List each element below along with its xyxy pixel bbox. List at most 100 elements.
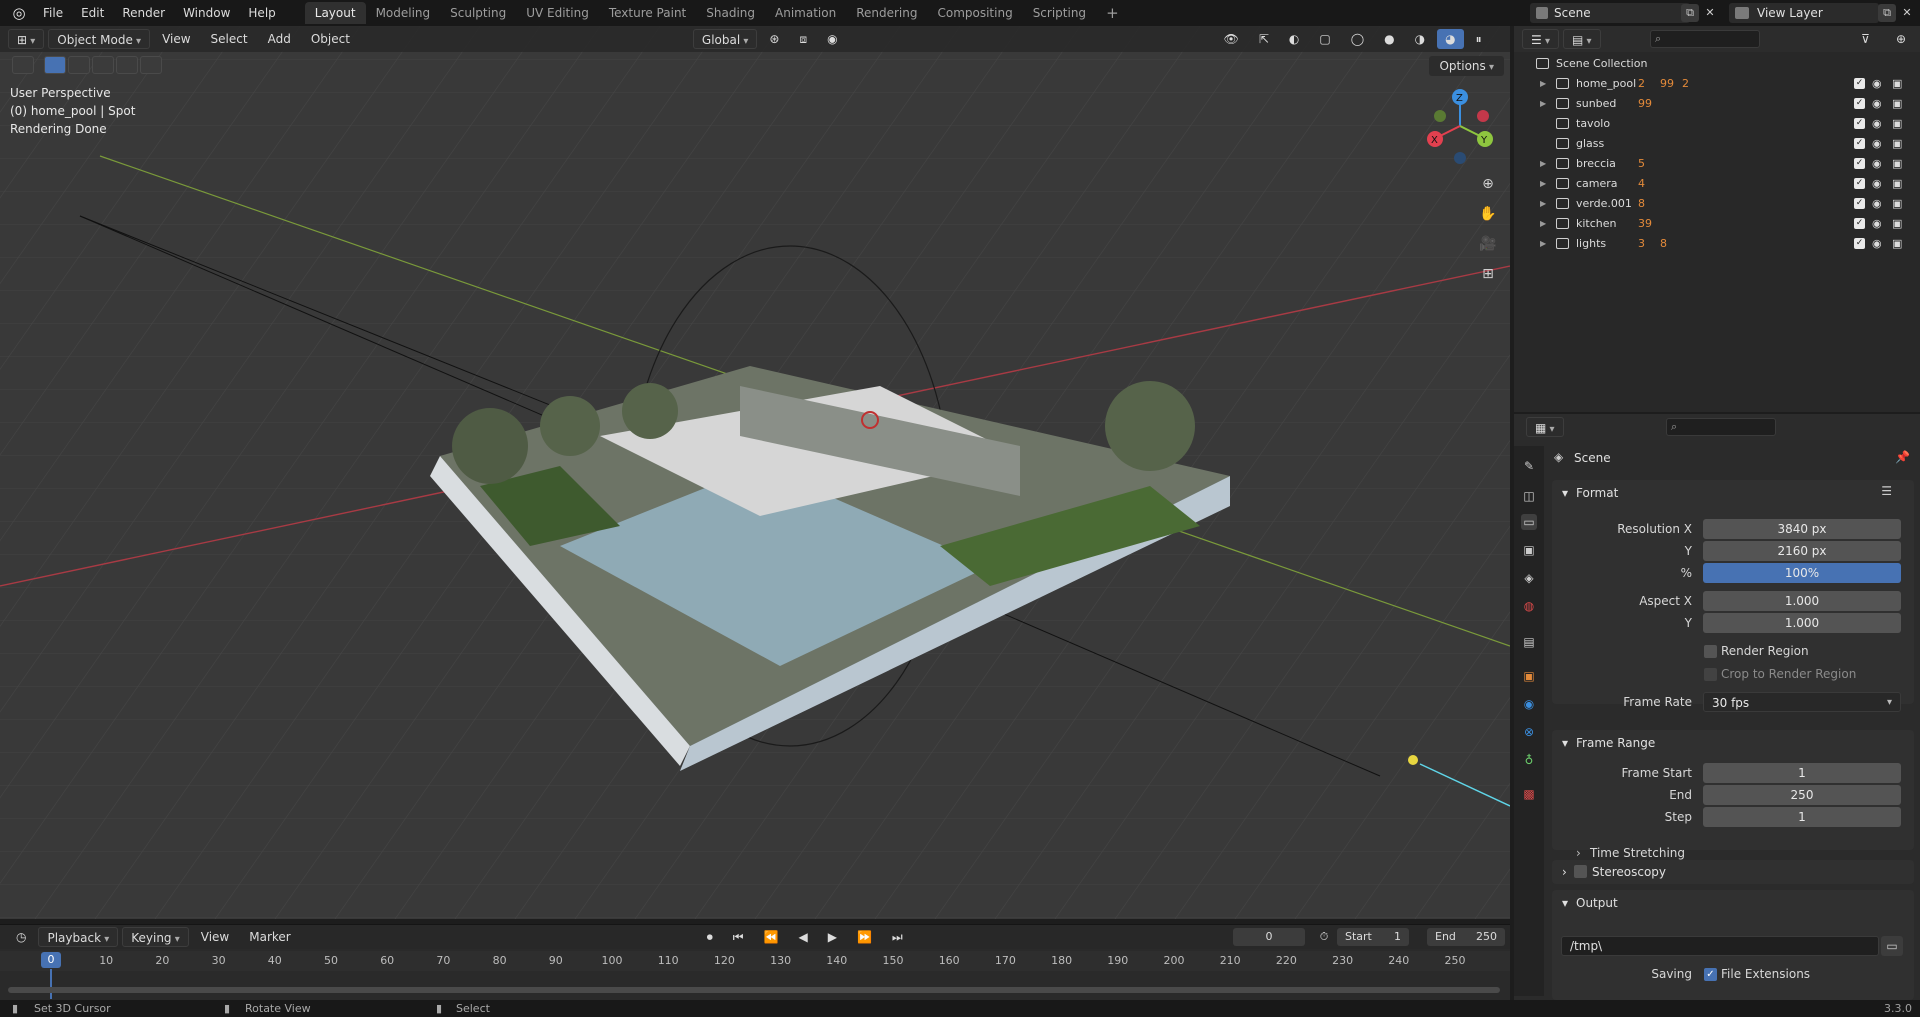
zoom-icon[interactable]: ⊕	[1476, 172, 1500, 196]
outliner-row-home_pool[interactable]: ▶ home_pool ✓ ◉ ▣ 2 99 2	[1514, 73, 1920, 93]
tab-animation[interactable]: Animation	[765, 2, 846, 24]
add-workspace-button[interactable]: +	[1096, 2, 1129, 24]
visibility-eye-icon[interactable]: ◉	[1872, 157, 1882, 170]
exclude-checkbox[interactable]: ✓	[1854, 97, 1865, 109]
format-panel-toggle[interactable]: ▾	[1562, 486, 1568, 500]
outliner-row-kitchen[interactable]: ▶ kitchen ✓ ◉ ▣ 39	[1514, 213, 1920, 233]
render-camera-icon[interactable]: ▣	[1892, 137, 1902, 150]
rendered-shading-icon[interactable]: ◕	[1437, 29, 1464, 49]
mode-dropdown[interactable]: Object Mode	[48, 29, 151, 49]
menu-edit[interactable]: Edit	[72, 0, 113, 26]
end-frame-field[interactable]: End 250	[1427, 928, 1505, 946]
exclude-checkbox[interactable]: ✓	[1854, 117, 1865, 129]
resolution-percent-slider[interactable]: 100%	[1703, 563, 1901, 583]
render-camera-icon[interactable]: ▣	[1892, 237, 1902, 250]
view-layer-tab-icon[interactable]: ▣	[1521, 542, 1537, 558]
expand-arrow-icon[interactable]: ▶	[1540, 159, 1546, 168]
world-tab-icon[interactable]: ◍	[1521, 598, 1537, 614]
select-intersect-icon[interactable]	[140, 56, 162, 74]
render-camera-icon[interactable]: ▣	[1892, 97, 1902, 110]
object-count-badge[interactable]: 39	[1638, 217, 1652, 230]
tab-rendering[interactable]: Rendering	[846, 2, 927, 24]
frame-rate-dropdown[interactable]: 30 fps	[1703, 692, 1901, 713]
visibility-eye-icon[interactable]: ◉	[1872, 237, 1882, 250]
object-tab-icon[interactable]: ▣	[1521, 668, 1537, 684]
outliner-editor-icon[interactable]: ☰	[1522, 29, 1559, 49]
stereoscopy-toggle-icon[interactable]: ›	[1562, 865, 1567, 879]
presets-icon[interactable]: ☰	[1881, 484, 1892, 498]
wireframe-shading-icon[interactable]: ◯	[1343, 29, 1372, 49]
properties-editor-icon[interactable]: ▦	[1526, 417, 1564, 437]
physics-tab-icon[interactable]: ◉	[1521, 696, 1537, 712]
exclude-checkbox[interactable]: ✓	[1854, 137, 1865, 149]
folder-browse-icon[interactable]: ▭	[1881, 936, 1903, 956]
menu-window[interactable]: Window	[174, 0, 239, 26]
view-layer-selector[interactable]: View Layer	[1729, 3, 1879, 23]
exclude-checkbox[interactable]: ✓	[1854, 197, 1865, 209]
object-count-badge[interactable]: 8	[1660, 237, 1667, 250]
visibility-eye-icon[interactable]: ◉	[1872, 217, 1882, 230]
timeline-editor-icon[interactable]: ◷	[8, 927, 34, 947]
select-tool-icon[interactable]	[12, 56, 34, 74]
new-scene-icon[interactable]: ⧉	[1681, 4, 1699, 22]
outliner-row-breccia[interactable]: ▶ breccia ✓ ◉ ▣ 5	[1514, 153, 1920, 173]
tab-layout[interactable]: Layout	[304, 2, 366, 24]
tab-scripting[interactable]: Scripting	[1023, 2, 1096, 24]
next-keyframe-icon[interactable]: ⏩	[849, 927, 880, 947]
keying-menu[interactable]: Keying	[122, 927, 189, 947]
frame-range-panel-toggle[interactable]: ▾	[1562, 736, 1568, 750]
outliner-row-sunbed[interactable]: ▶ sunbed ✓ ◉ ▣ 99	[1514, 93, 1920, 113]
exclude-checkbox[interactable]: ✓	[1854, 157, 1865, 169]
frame-start-field[interactable]: 1	[1703, 763, 1901, 783]
expand-arrow-icon[interactable]: ▶	[1540, 199, 1546, 208]
pan-hand-icon[interactable]: ✋	[1476, 202, 1500, 226]
pause-render-icon[interactable]: ⏸	[1468, 29, 1490, 49]
expand-arrow-icon[interactable]: ▶	[1540, 219, 1546, 228]
tab-texture-paint[interactable]: Texture Paint	[599, 2, 696, 24]
frame-end-field[interactable]: 250	[1703, 785, 1901, 805]
solid-shading-icon[interactable]: ●	[1376, 29, 1402, 49]
constraints-tab-icon[interactable]: ⊗	[1521, 724, 1537, 740]
object-count-badge[interactable]: 99	[1638, 97, 1652, 110]
select-invert-icon[interactable]	[116, 56, 138, 74]
expand-arrow-icon[interactable]: ▶	[1540, 79, 1546, 88]
visibility-eye-icon[interactable]: ◉	[1872, 137, 1882, 150]
new-view-layer-icon[interactable]: ⧉	[1878, 4, 1896, 22]
outliner-row-lights[interactable]: ▶ lights ✓ ◉ ▣ 3 8	[1514, 233, 1920, 253]
overlays-icon[interactable]: ◐	[1281, 29, 1307, 49]
scene-tab-icon[interactable]: ◈	[1521, 570, 1537, 586]
render-camera-icon[interactable]: ▣	[1892, 157, 1902, 170]
outliner-search-input[interactable]: ⌕	[1650, 30, 1760, 48]
orientation-dropdown[interactable]: Global	[692, 29, 758, 49]
time-stretching-toggle-icon[interactable]: ›	[1576, 846, 1581, 860]
output-path-input[interactable]: /tmp\	[1561, 936, 1879, 956]
playhead[interactable]: 0	[41, 952, 61, 968]
outliner-row-tavolo[interactable]: tavolo ✓ ◉ ▣	[1514, 113, 1920, 133]
exclude-checkbox[interactable]: ✓	[1854, 237, 1865, 249]
outliner-row-glass[interactable]: glass ✓ ◉ ▣	[1514, 133, 1920, 153]
render-camera-icon[interactable]: ▣	[1892, 177, 1902, 190]
render-tab-icon[interactable]: ◫	[1521, 488, 1537, 504]
snap-icon[interactable]: ⧈	[791, 29, 815, 49]
timeline-view-menu[interactable]: View	[193, 927, 237, 947]
camera-view-icon[interactable]: 🎥	[1476, 232, 1500, 256]
time-stretching-label[interactable]: Time Stretching	[1590, 846, 1685, 860]
play-reverse-icon[interactable]: ◀	[791, 927, 816, 947]
visibility-icon[interactable]: 👁	[1216, 29, 1247, 49]
properties-search-input[interactable]: ⌕	[1666, 418, 1776, 436]
outliner-row-camera[interactable]: ▶ camera ✓ ◉ ▣ 4	[1514, 173, 1920, 193]
filter-icon[interactable]: ⊽	[1853, 29, 1878, 49]
marker-menu[interactable]: Marker	[241, 927, 298, 947]
viewport-menu-add[interactable]: Add	[260, 29, 299, 49]
viewport-menu-select[interactable]: Select	[203, 29, 256, 49]
tool-tab-icon[interactable]: ✎	[1521, 458, 1537, 474]
new-collection-icon[interactable]: ⊕	[1888, 29, 1914, 49]
object-count-badge[interactable]: 99	[1660, 77, 1674, 90]
render-region-checkbox[interactable]	[1704, 645, 1717, 658]
xray-icon[interactable]: ▢	[1311, 29, 1338, 49]
prev-keyframe-icon[interactable]: ⏪	[756, 927, 787, 947]
tab-uv-editing[interactable]: UV Editing	[516, 2, 599, 24]
gizmo-toggle-icon[interactable]: ⇱	[1251, 29, 1277, 49]
viewport-menu-object[interactable]: Object	[303, 29, 358, 49]
light-data-tab-icon[interactable]: ♁	[1521, 752, 1537, 768]
